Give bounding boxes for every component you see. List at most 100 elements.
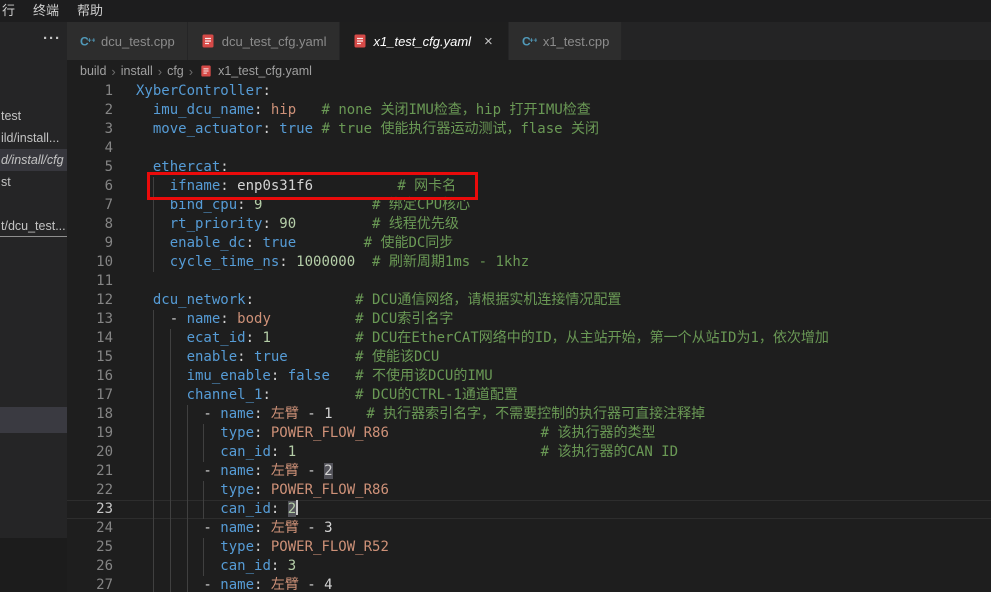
code-line[interactable]: 24 - name: 左臂 - 3 [67, 519, 991, 538]
sidebar-item[interactable]: st [0, 171, 67, 193]
line-number[interactable]: 15 [67, 348, 113, 367]
code-line[interactable]: 5 ethercat: [67, 158, 991, 177]
breadcrumb-file[interactable]: x1_test_cfg.yaml [218, 64, 312, 78]
sidebar-item[interactable]: t/dcu_test... [0, 215, 67, 237]
indent-guide [170, 405, 171, 424]
line-number[interactable]: 10 [67, 253, 113, 272]
line-number[interactable]: 25 [67, 538, 113, 557]
indent-guide [170, 348, 171, 367]
code-line[interactable]: 26 can_id: 3 [67, 557, 991, 576]
code-line[interactable]: 25 type: POWER_FLOW_R52 [67, 538, 991, 557]
breadcrumb: build›install›cfg›x1_test_cfg.yaml [67, 60, 991, 82]
sidebar-item[interactable]: test [0, 105, 67, 127]
text-cursor [296, 500, 298, 515]
line-number[interactable]: 19 [67, 424, 113, 443]
line-number[interactable]: 2 [67, 101, 113, 120]
line-number[interactable]: 21 [67, 462, 113, 481]
code-line[interactable]: 2 imu_dcu_name: hip # none 关闭IMU检查，hip 打… [67, 101, 991, 120]
tab-dcu_test.cpp[interactable]: C++dcu_test.cpp [67, 22, 188, 60]
line-number[interactable]: 9 [67, 234, 113, 253]
sidebar-selected-row[interactable] [0, 407, 67, 433]
code-line[interactable]: 17 channel_1: # DCU的CTRL-1通道配置 [67, 386, 991, 405]
breadcrumb-item[interactable]: build [80, 64, 106, 78]
breadcrumb-item[interactable]: cfg [167, 64, 184, 78]
code-line[interactable]: 22 type: POWER_FLOW_R86 [67, 481, 991, 500]
line-number[interactable]: 24 [67, 519, 113, 538]
code-line[interactable]: 21 - name: 左臂 - 2 [67, 462, 991, 481]
line-number[interactable]: 17 [67, 386, 113, 405]
line-number[interactable]: 27 [67, 576, 113, 592]
line-number[interactable]: 5 [67, 158, 113, 177]
indent-guide [153, 310, 154, 329]
line-number[interactable]: 26 [67, 557, 113, 576]
indent-guide [187, 519, 188, 538]
code-line[interactable]: 8 rt_priority: 90 # 线程优先级 [67, 215, 991, 234]
code-line[interactable]: 19 type: POWER_FLOW_R86 # 该执行器的类型 [67, 424, 991, 443]
code-line[interactable]: 13 - name: body # DCU索引名字 [67, 310, 991, 329]
code-line[interactable]: 10 cycle_time_ns: 1000000 # 刷新周期1ms - 1k… [67, 253, 991, 272]
line-number[interactable]: 23 [67, 500, 113, 519]
sidebar-item[interactable]: d/install/cfg [0, 149, 67, 171]
line-number[interactable]: 12 [67, 291, 113, 310]
more-actions-button[interactable]: ··· [43, 30, 61, 47]
indent-guide [203, 538, 204, 557]
indent-guide [187, 424, 188, 443]
indent-guide [170, 367, 171, 386]
code-line[interactable]: 14 ecat_id: 1 # DCU在EtherCAT网络中的ID，从主站开始… [67, 329, 991, 348]
code-editor[interactable]: 1XyberController:2 imu_dcu_name: hip # n… [67, 82, 991, 592]
line-number[interactable]: 18 [67, 405, 113, 424]
indent-guide [153, 557, 154, 576]
code-line[interactable]: 6 ifname: enp0s31f6 # 网卡名 [67, 177, 991, 196]
sidebar-bottom-panel [0, 538, 67, 592]
line-number[interactable]: 3 [67, 120, 113, 139]
menu-item-1[interactable]: 终端 [24, 0, 68, 22]
indent-guide [153, 215, 154, 234]
line-number[interactable]: 11 [67, 272, 113, 291]
code-line[interactable]: 7 bind_cpu: 9 # 绑定CPU核心 [67, 196, 991, 215]
indent-guide [153, 177, 154, 196]
code-line[interactable]: 1XyberController: [67, 82, 991, 101]
line-number[interactable]: 1 [67, 82, 113, 101]
close-icon[interactable]: × [481, 33, 496, 50]
menu-item-0[interactable]: 行 [0, 0, 24, 22]
indent-guide [170, 386, 171, 405]
indent-guide [170, 329, 171, 348]
tab-x1_test_cfg.yaml[interactable]: x1_test_cfg.yaml × [340, 22, 509, 60]
tab-x1_test.cpp[interactable]: C++x1_test.cpp [509, 22, 623, 60]
line-number[interactable]: 13 [67, 310, 113, 329]
code-line[interactable]: 12 dcu_network: # DCU通信网络，请根据实机连接情况配置 [67, 291, 991, 310]
line-number[interactable]: 6 [67, 177, 113, 196]
indent-guide [203, 481, 204, 500]
occurrence-highlight: 2 [288, 501, 296, 517]
code-line[interactable]: 16 imu_enable: false # 不使用该DCU的IMU [67, 367, 991, 386]
tab-label: x1_test_cfg.yaml [374, 34, 472, 49]
line-number[interactable]: 20 [67, 443, 113, 462]
indent-guide [153, 386, 154, 405]
menu-item-2[interactable]: 帮助 [68, 0, 112, 22]
code-line[interactable]: 9 enable_dc: true # 使能DC同步 [67, 234, 991, 253]
line-number[interactable]: 4 [67, 139, 113, 158]
code-line[interactable]: 11 [67, 272, 991, 291]
code-line[interactable]: 23 can_id: 2 [67, 500, 991, 519]
sidebar-item[interactable]: ild/install... [0, 127, 67, 149]
code-line[interactable]: 18 - name: 左臂 - 1 # 执行器索引名字，不需要控制的执行器可直接… [67, 405, 991, 424]
indent-guide [153, 405, 154, 424]
tab-dcu_test_cfg.yaml[interactable]: dcu_test_cfg.yaml [188, 22, 340, 60]
indent-guide [187, 462, 188, 481]
breadcrumb-item[interactable]: install [121, 64, 153, 78]
line-number[interactable]: 7 [67, 196, 113, 215]
code-line[interactable]: 3 move_actuator: true # true 使能执行器运动测试，f… [67, 120, 991, 139]
code-line[interactable]: 15 enable: true # 使能该DCU [67, 348, 991, 367]
indent-guide [203, 557, 204, 576]
cpp-file-icon: C++ [521, 33, 537, 49]
line-number[interactable]: 16 [67, 367, 113, 386]
line-number[interactable]: 14 [67, 329, 113, 348]
tab-label: dcu_test_cfg.yaml [222, 34, 327, 49]
indent-guide [170, 481, 171, 500]
code-line[interactable]: 20 can_id: 1 # 该执行器的CAN ID [67, 443, 991, 462]
line-number[interactable]: 22 [67, 481, 113, 500]
code-line[interactable]: 27 - name: 左臂 - 4 [67, 576, 991, 592]
code-line[interactable]: 4 [67, 139, 991, 158]
chevron-right-icon: › [158, 64, 162, 79]
line-number[interactable]: 8 [67, 215, 113, 234]
